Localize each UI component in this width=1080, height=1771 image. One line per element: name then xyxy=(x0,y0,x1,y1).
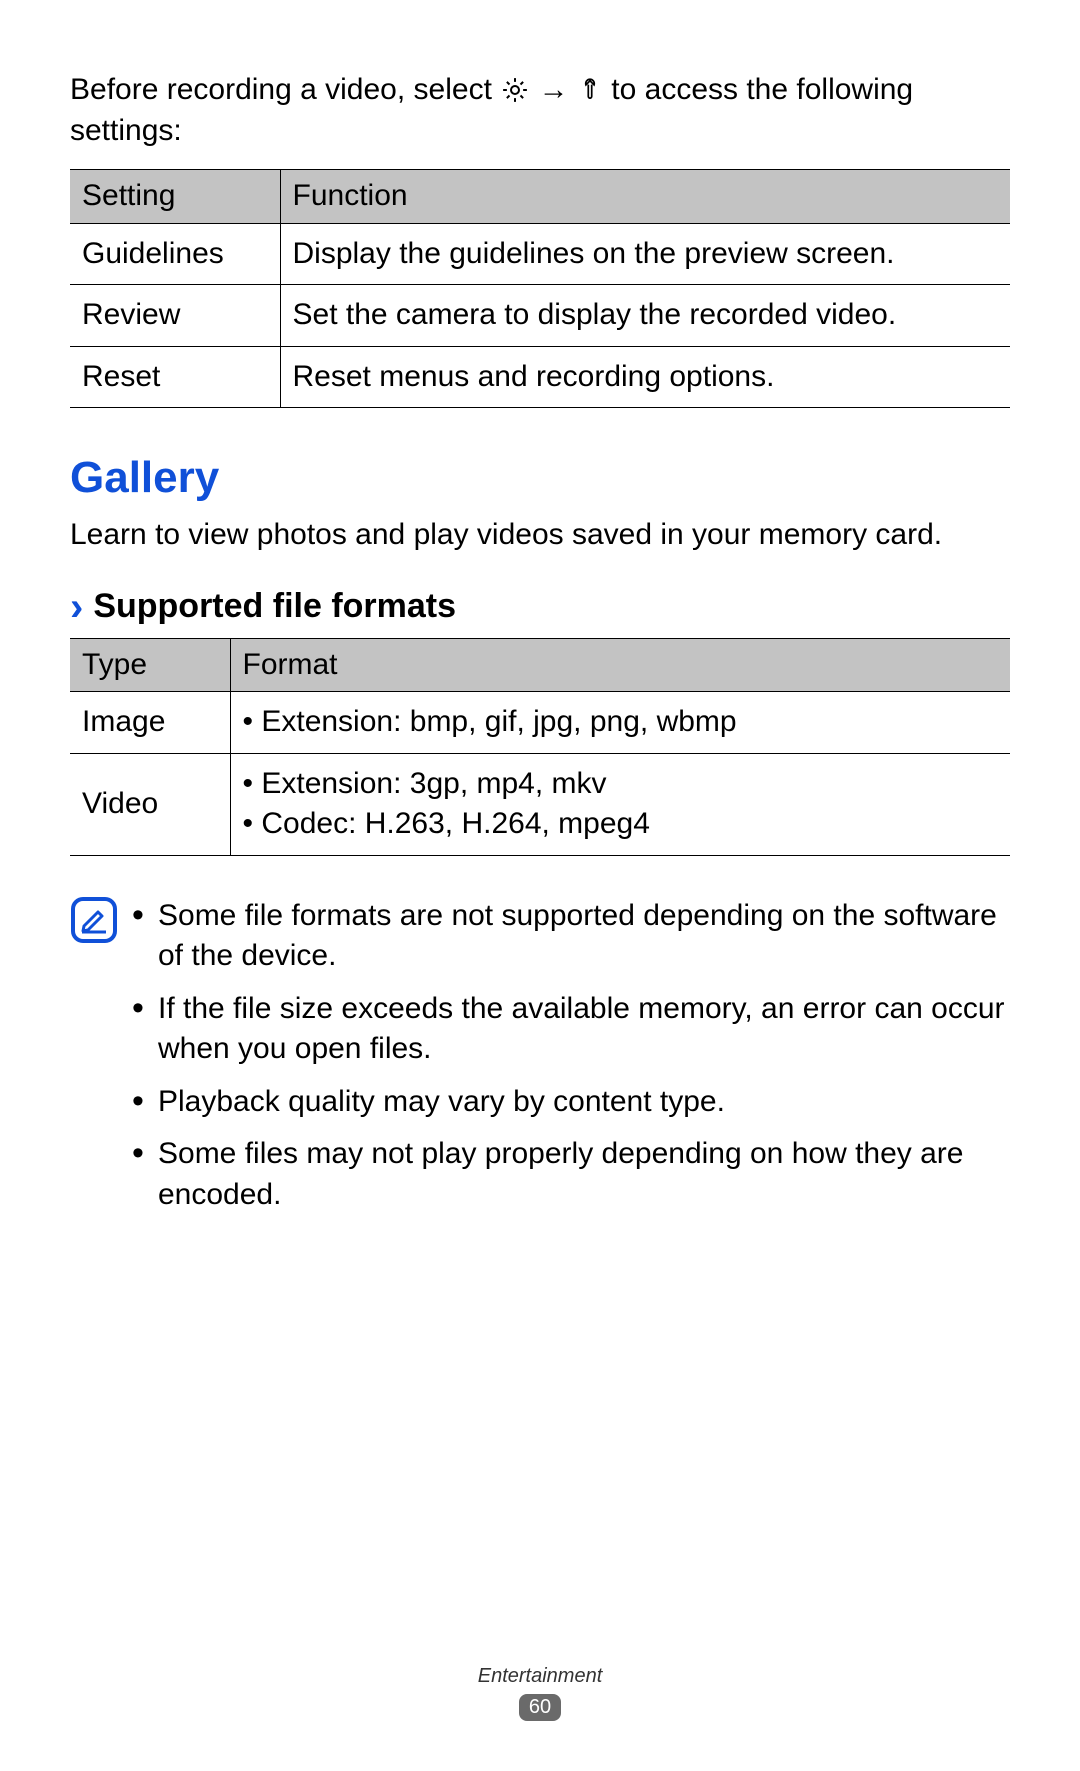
format-value: Extension: 3gp, mp4, mkv Codec: H.263, H… xyxy=(230,753,1010,855)
format-type: Image xyxy=(70,692,230,754)
table-row: Guidelines Display the guidelines on the… xyxy=(70,223,1010,285)
setting-function: Set the camera to display the recorded v… xyxy=(280,285,1010,347)
setting-name: Reset xyxy=(70,346,280,408)
note-icon xyxy=(70,896,118,944)
note-block: Some file formats are not supported depe… xyxy=(70,896,1010,1228)
format-bullet: Extension: 3gp, mp4, mkv xyxy=(243,764,999,805)
section-title-gallery: Gallery xyxy=(70,448,1010,507)
formats-header-format: Format xyxy=(230,638,1010,692)
settings-header-function: Function xyxy=(280,170,1010,224)
format-value: Extension: bmp, gif, jpg, png, wbmp xyxy=(230,692,1010,754)
setting-function: Display the guidelines on the preview sc… xyxy=(280,223,1010,285)
page-number: 60 xyxy=(519,1694,561,1721)
note-list: Some file formats are not supported depe… xyxy=(132,896,1010,1228)
table-row: Video Extension: 3gp, mp4, mkv Codec: H.… xyxy=(70,753,1010,855)
subsection-title: Supported file formats xyxy=(93,584,456,630)
table-row: Reset Reset menus and recording options. xyxy=(70,346,1010,408)
formats-table: Type Format Image Extension: bmp, gif, j… xyxy=(70,638,1010,856)
gear-icon xyxy=(500,75,530,105)
note-item: Some files may not play properly dependi… xyxy=(132,1134,1010,1215)
settings-table: Setting Function Guidelines Display the … xyxy=(70,169,1010,408)
setting-name: Guidelines xyxy=(70,223,280,285)
subsection-header: › Supported file formats xyxy=(70,584,1010,630)
footer-chapter: Entertainment xyxy=(0,1665,1080,1688)
intro-arrow: → xyxy=(539,73,577,106)
intro-text: Before recording a video, select → to ac… xyxy=(70,70,1010,151)
formats-header-type: Type xyxy=(70,638,230,692)
intro-prefix: Before recording a video, select xyxy=(70,73,500,106)
format-bullet: Codec: H.263, H.264, mpeg4 xyxy=(243,804,999,845)
page-footer: Entertainment 60 xyxy=(0,1665,1080,1721)
table-row: Review Set the camera to display the rec… xyxy=(70,285,1010,347)
table-row: Image Extension: bmp, gif, jpg, png, wbm… xyxy=(70,692,1010,754)
note-item: Some file formats are not supported depe… xyxy=(132,896,1010,977)
format-type: Video xyxy=(70,753,230,855)
format-bullet: Extension: bmp, gif, jpg, png, wbmp xyxy=(243,702,999,743)
gallery-description: Learn to view photos and play videos sav… xyxy=(70,515,1010,556)
chevron-right-icon: › xyxy=(70,587,83,627)
setting-function: Reset menus and recording options. xyxy=(280,346,1010,408)
setting-name: Review xyxy=(70,285,280,347)
wrench-icon xyxy=(577,75,603,105)
settings-header-setting: Setting xyxy=(70,170,280,224)
note-item: Playback quality may vary by content typ… xyxy=(132,1082,1010,1123)
note-item: If the file size exceeds the available m… xyxy=(132,989,1010,1070)
